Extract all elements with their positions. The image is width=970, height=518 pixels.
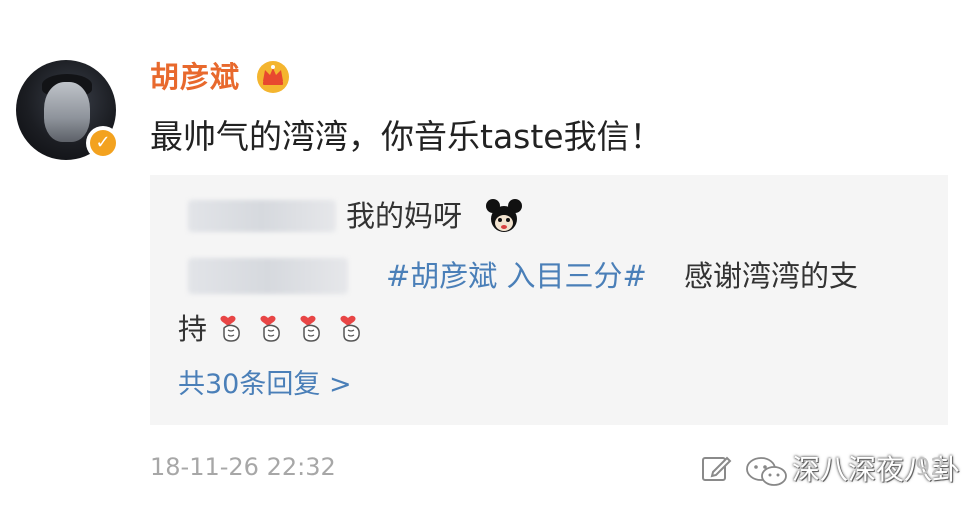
verified-badge-icon: ✓	[86, 126, 120, 160]
like-count[interactable]: 92	[915, 451, 946, 483]
finger-heart-emoji-icon	[220, 315, 240, 342]
post-text: 最帅气的湾湾，你音乐taste我信！	[150, 117, 663, 156]
reply-text-1: 我的妈呀	[346, 199, 463, 233]
topic-hashtag-link[interactable]: #胡彦斌 入目三分#	[386, 255, 647, 297]
blurred-username-2	[188, 258, 348, 294]
mickey-emoji-icon	[486, 199, 522, 232]
finger-heart-emoji-icon	[260, 315, 280, 342]
more-replies-link[interactable]: 共30条回复 >	[178, 365, 352, 405]
username[interactable]: 胡彦斌	[150, 60, 240, 94]
verified-v-icon: ✓	[90, 130, 116, 156]
wechat-icon	[746, 457, 787, 486]
blurred-username-1	[188, 200, 336, 232]
reply-text-3: 持	[178, 312, 208, 346]
edit-icon[interactable]	[700, 453, 732, 485]
cut-off-header-text	[810, 0, 950, 8]
post-timestamp: 18-11-26 22:32	[150, 453, 336, 481]
crown-icon[interactable]	[254, 58, 292, 94]
avatar-face	[44, 82, 90, 142]
reply-text-2: 感谢湾湾的支	[684, 259, 859, 293]
finger-heart-emoji-icon	[340, 315, 360, 342]
finger-heart-emoji-icon	[300, 315, 320, 342]
